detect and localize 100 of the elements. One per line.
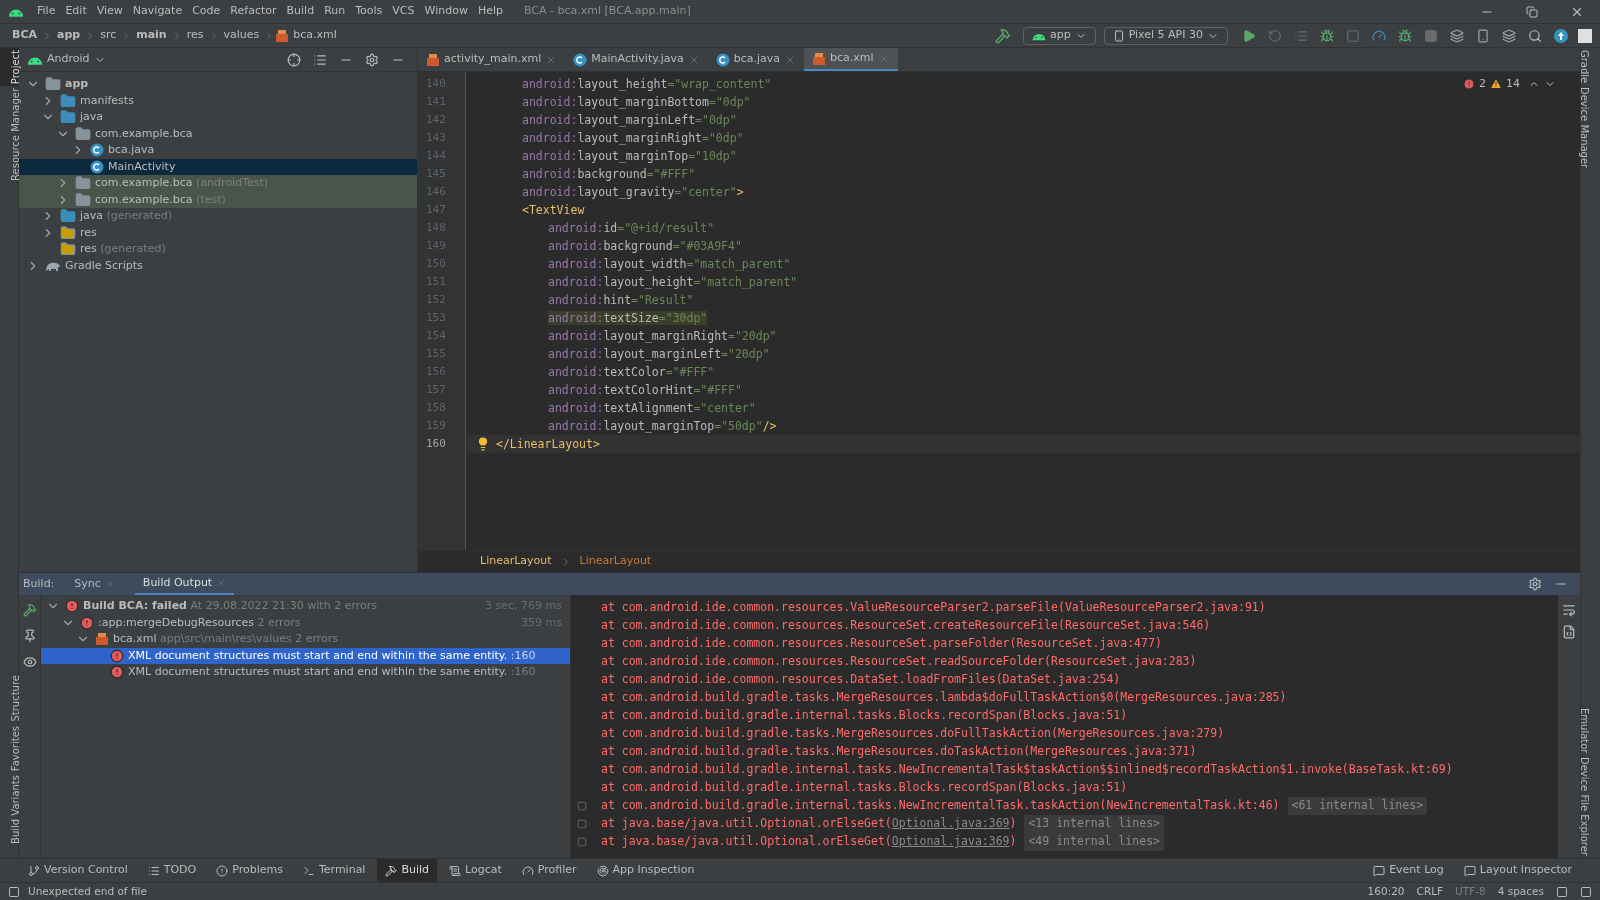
fold-icon[interactable] [577, 801, 587, 811]
indent-setting[interactable]: 4 spaces [1497, 883, 1544, 900]
project-tree-item[interactable]: MainActivity [19, 158, 417, 175]
device-dropdown[interactable]: Pixel 5 API 30 [1103, 26, 1228, 45]
breadcrumb-item[interactable]: values [223, 27, 260, 44]
internal-lines-fold[interactable]: <13 internal lines> [1024, 815, 1164, 833]
hammer-icon[interactable] [22, 603, 37, 617]
tool-window-tab[interactable]: Emulator [1581, 705, 1600, 756]
run-icon[interactable] [1242, 28, 1256, 43]
source-link[interactable]: Optional.java:369 [891, 834, 1010, 849]
internal-lines-fold[interactable]: <61 internal lines> [1287, 797, 1428, 815]
tool-window-button[interactable]: Profiler [513, 859, 585, 882]
fold-icon[interactable] [577, 837, 587, 847]
tool-window-button[interactable]: TODO [139, 859, 205, 882]
debugger-icon[interactable] [1398, 28, 1412, 43]
soft-wrap-icon[interactable] [1562, 603, 1576, 617]
profiler-icon[interactable] [1372, 28, 1386, 43]
resource-folder-icon [60, 224, 76, 241]
breadcrumb-item[interactable]: LinearLayout [480, 553, 552, 570]
editor-tab[interactable]: bca.xml [804, 48, 898, 71]
tool-window-tab[interactable]: Gradle [1581, 48, 1600, 86]
menu-item[interactable]: View [91, 3, 128, 20]
editor-tab[interactable]: activity_main.xml [418, 48, 566, 71]
tool-window-button[interactable]: Terminal [294, 859, 374, 882]
tool-window-button[interactable]: Event Log [1365, 862, 1452, 879]
project-tree-item[interactable]: java (generated) [19, 208, 417, 225]
tool-window-button[interactable]: Problems [208, 859, 291, 882]
project-tree-item[interactable]: Gradle Scripts [19, 257, 417, 274]
tool-window-button[interactable]: App Inspection [588, 859, 703, 882]
menu-item[interactable]: Build [281, 3, 320, 20]
breadcrumb-item[interactable]: bca.xml [293, 27, 337, 44]
menu-item[interactable]: Window [419, 3, 473, 20]
code-line: </LinearLayout> [496, 436, 600, 453]
menu-item[interactable]: Tools [350, 3, 388, 20]
breadcrumb-item[interactable]: app [57, 27, 81, 44]
code-line: android:layout_marginLeft="20dp" [548, 346, 770, 363]
pin-icon[interactable] [22, 629, 37, 643]
locate-icon[interactable] [287, 52, 301, 67]
inspection-widget[interactable]: 2 14 [1463, 76, 1556, 93]
line-separator[interactable]: CRLF [1416, 883, 1444, 900]
menu-item[interactable]: Navigate [127, 3, 188, 20]
code-line: android:layout_height="match_parent" [548, 274, 798, 291]
build-hammer-icon[interactable] [994, 27, 1011, 44]
project-view-selector[interactable]: Android [47, 51, 90, 68]
device-manager-icon[interactable] [1476, 28, 1490, 43]
menu-item[interactable]: File [32, 3, 61, 20]
lightbulb-icon[interactable] [476, 437, 490, 451]
account-icon[interactable] [1578, 28, 1592, 43]
update-icon[interactable] [1554, 28, 1568, 43]
settings-icon[interactable] [1528, 577, 1542, 591]
code-line: <TextView [522, 202, 585, 219]
build-tree-item[interactable]: XML document structures must start and end within the same entity. :160 [41, 647, 570, 664]
project-tree-item[interactable]: res (generated) [19, 241, 417, 258]
build-tab[interactable]: Build Output [134, 573, 235, 595]
project-tree-item[interactable]: bca.java [19, 142, 417, 159]
caret-position[interactable]: 160:20 [1367, 883, 1405, 900]
editor-tab[interactable]: MainActivity.java [565, 48, 708, 71]
internal-lines-fold[interactable]: <49 internal lines> [1024, 833, 1164, 851]
settings-icon[interactable] [365, 52, 379, 67]
tool-window-tab[interactable]: Structure [0, 673, 18, 724]
tool-icon [385, 864, 398, 877]
breadcrumb-item[interactable]: res [186, 27, 204, 44]
restore-icon[interactable] [1526, 5, 1538, 18]
panel-toggle-icon[interactable] [8, 885, 20, 898]
code-line: android:id="@+id/result" [548, 220, 715, 237]
tool-window-button[interactable]: Build [377, 859, 438, 882]
source-link[interactable]: Optional.java:369 [891, 816, 1010, 831]
menu-item[interactable]: VCS [387, 3, 420, 20]
menu-item[interactable]: Run [319, 3, 351, 20]
search-icon[interactable] [1528, 28, 1542, 43]
code-line: android:layout_gravity="center"> [522, 184, 744, 201]
project-tree-item[interactable]: app [19, 76, 417, 93]
project-tree-item[interactable]: com.example.bca [19, 125, 417, 142]
tool-window-tab[interactable]: Device File Explorer [1581, 755, 1600, 858]
breadcrumb-item[interactable]: src [100, 27, 117, 44]
tool-window-tab[interactable]: Device Manager [1581, 85, 1600, 171]
stop-icon[interactable] [1424, 28, 1438, 43]
tool-window-tab[interactable]: Favorites [0, 723, 18, 774]
run-configuration-dropdown[interactable]: app [1022, 26, 1096, 45]
build-tab[interactable]: Sync [66, 573, 123, 595]
editor-tab[interactable]: bca.java [707, 48, 804, 71]
tool-window-button[interactable]: Version Control [20, 859, 136, 882]
breadcrumb-item[interactable]: BCA [12, 27, 37, 44]
build-tree-item[interactable]: XML document structures must start and end within the same entity. :160 [41, 664, 570, 681]
breadcrumb-item[interactable]: LinearLayout [579, 553, 652, 570]
fold-icon[interactable] [577, 819, 587, 829]
build-tree-item[interactable]: bca.xml app\src\main\res\values 2 errors [41, 631, 570, 648]
breadcrumb-item[interactable]: main [136, 27, 167, 44]
tool-window-button[interactable]: Logcat [441, 859, 510, 882]
menu-item[interactable]: Refactor [225, 3, 282, 20]
tool-window-tab[interactable]: Build Variants [0, 773, 18, 846]
menu-item[interactable]: Help [472, 3, 508, 20]
project-tree-item[interactable]: java [19, 109, 417, 126]
folder-icon [60, 92, 76, 109]
tool-window-button[interactable]: Layout Inspector [1455, 862, 1580, 879]
menu-item[interactable]: Code [187, 3, 226, 20]
eye-icon[interactable] [22, 655, 37, 669]
menu-item[interactable]: Edit [60, 3, 92, 20]
debug-icon[interactable] [1320, 28, 1334, 43]
project-tree-item[interactable]: res [19, 224, 417, 241]
